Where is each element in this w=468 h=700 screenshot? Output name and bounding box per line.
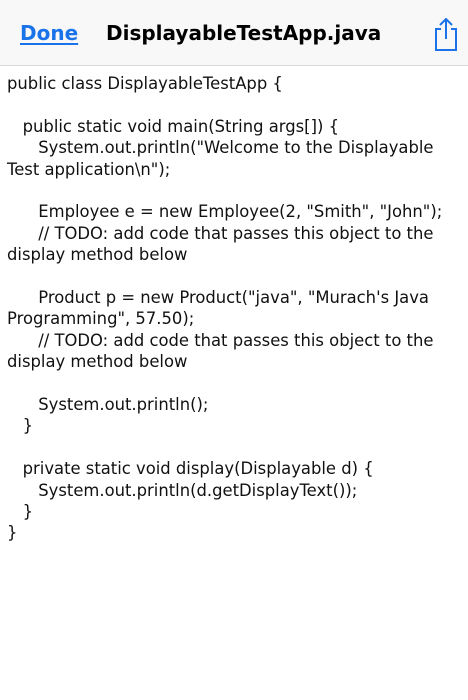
code-line: private static void display(Displayable … (7, 459, 374, 479)
code-line: System.out.println(d.getDisplayText()); (7, 480, 358, 500)
code-line: System.out.println(); (7, 395, 209, 415)
code-line: System.out.println("Welcome to the Displ… (7, 138, 434, 158)
code-line: } (7, 523, 18, 543)
code-line: display method below (7, 352, 188, 372)
code-line: Test application\n"); (7, 159, 171, 179)
code-line: } (7, 416, 34, 436)
done-button[interactable]: Done (20, 21, 78, 45)
code-line: // TODO: add code that passes this objec… (7, 330, 434, 350)
code-line: Product p = new Product("java", "Murach'… (7, 288, 429, 308)
code-line: // TODO: add code that passes this objec… (7, 223, 434, 243)
code-viewer: public class DisplayableTestApp { public… (7, 73, 463, 544)
code-line: display method below (7, 245, 188, 265)
code-line: public class DisplayableTestApp { (7, 74, 283, 93)
share-icon[interactable] (432, 16, 460, 52)
code-line: public static void main(String args[]) { (7, 116, 339, 136)
code-line: Employee e = new Employee(2, "Smith", "J… (7, 202, 443, 222)
code-line: Programming", 57.50); (7, 309, 195, 329)
navigation-bar: Done DisplayableTestApp.java (0, 0, 468, 66)
document-title: DisplayableTestApp.java (106, 21, 382, 45)
code-line: } (7, 502, 34, 522)
